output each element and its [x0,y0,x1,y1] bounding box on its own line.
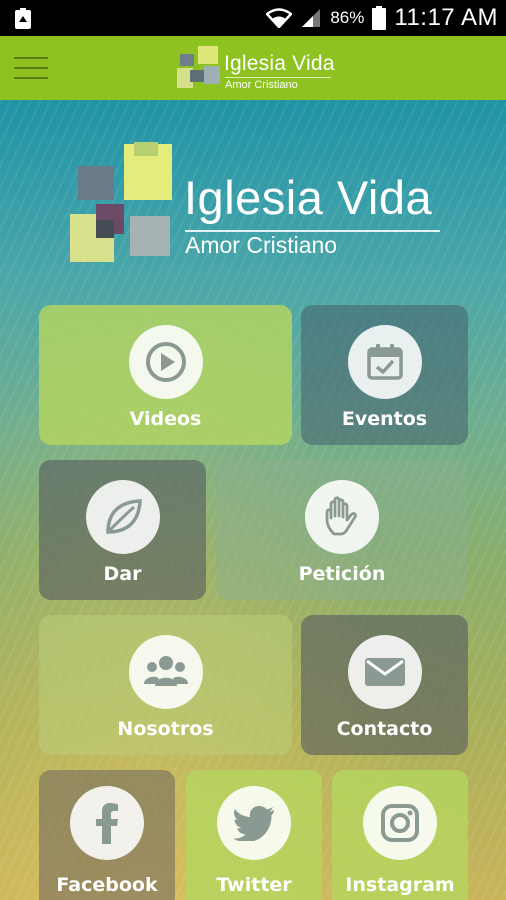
calendar-icon [347,325,422,399]
hand-icon [305,480,379,554]
tile-peticion[interactable]: Petición [216,460,468,600]
app-bar: Iglesia Vida Amor Cristiano [0,36,506,100]
tile-twitter-label: Twitter [216,874,292,896]
main-content: Iglesia Vida Amor Cristiano Videos Event… [0,100,506,900]
tile-dar[interactable]: Dar [39,460,206,600]
hamburger-menu-icon[interactable] [14,57,48,81]
battery-percent: 86% [330,8,365,27]
twitter-icon [217,786,291,860]
status-bar: 86% 11:17 AM [0,0,506,36]
tile-eventos[interactable]: Eventos [301,305,468,445]
tile-nosotros[interactable]: Nosotros [39,615,292,755]
logo-squares-icon [177,46,220,88]
hero-subtitle: Amor Cristiano [185,232,338,258]
hero-title: Iglesia Vida [184,171,433,224]
play-icon [128,325,203,399]
tile-twitter[interactable]: Twitter [186,770,322,900]
wifi-icon [266,8,293,28]
tile-facebook[interactable]: Facebook [39,770,175,900]
hero-logo: Iglesia Vida Amor Cristiano [68,142,448,272]
instagram-icon [363,786,437,860]
battery-icon [372,6,387,30]
tile-instagram[interactable]: Instagram [332,770,468,900]
tile-eventos-label: Eventos [341,408,428,430]
signal-icon [300,8,322,28]
app-bar-logo-title: Iglesia Vida [224,52,335,75]
tile-facebook-label: Facebook [56,874,158,896]
hero-logo-squares-icon [70,142,172,262]
app-bar-logo: Iglesia Vida Amor Cristiano [176,44,346,96]
tile-contacto-label: Contacto [336,718,433,740]
group-icon [128,635,203,709]
recycle-notification-icon [14,8,32,30]
tile-nosotros-label: Nosotros [117,718,214,740]
tile-dar-label: Dar [103,563,142,585]
clock-time: 11:17 AM [394,4,498,31]
tile-videos-label: Videos [129,408,202,430]
tile-peticion-label: Petición [298,563,386,585]
tile-instagram-label: Instagram [345,874,455,896]
tile-videos[interactable]: Videos [39,305,292,445]
tile-contacto[interactable]: Contacto [301,615,468,755]
envelope-icon [347,635,422,709]
app-bar-logo-subtitle: Amor Cristiano [225,77,331,91]
facebook-icon [70,786,144,860]
leaf-icon [85,480,160,554]
